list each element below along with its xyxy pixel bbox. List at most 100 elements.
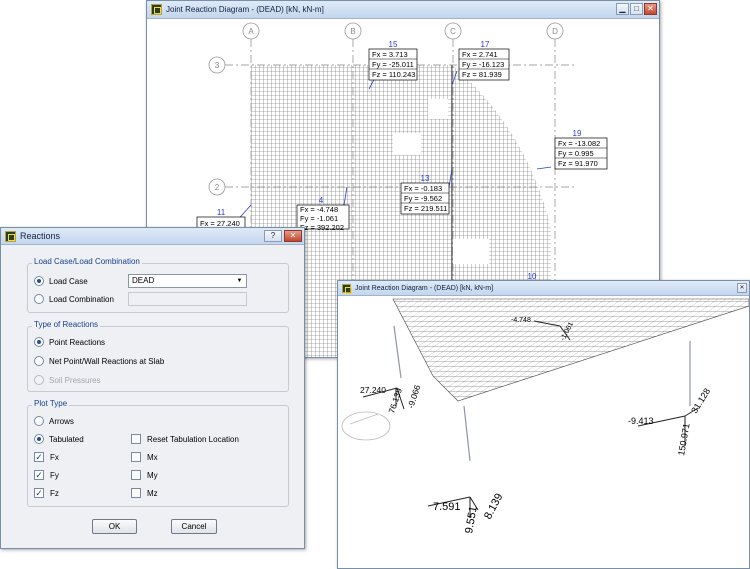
load-combination-select[interactable] — [128, 292, 247, 306]
fy-check[interactable]: ✓ — [34, 470, 44, 480]
joint-13-fx: Fx = -0.183 — [404, 184, 442, 193]
grid-label-d: D — [552, 27, 558, 36]
chevron-down-icon[interactable]: ▼ — [235, 277, 244, 285]
joint-19-tag[interactable]: Fx = -13.082 Fy = 0.995 Fz = 91.970 — [554, 137, 608, 170]
fz-label: Fz — [50, 488, 59, 498]
joint-4-fz: Fz = 392.202 — [300, 223, 344, 232]
grid-label-c: C — [450, 27, 456, 36]
dialog-title: Reactions — [20, 231, 61, 241]
minimize-button[interactable]: ▁ — [616, 3, 629, 15]
grid-label-a: A — [248, 27, 254, 36]
load-case-select[interactable]: DEAD ▼ — [128, 274, 247, 288]
mx-label: Mx — [147, 452, 158, 462]
3d-reaction-window[interactable]: Joint Reaction Diagram - (DEAD) [kN, kN-… — [337, 280, 750, 569]
tabulated-radio-indicator[interactable] — [34, 434, 44, 444]
my-label: My — [147, 470, 158, 480]
fx-label: Fx — [50, 452, 59, 462]
joint-13-fy: Fy = -9.562 — [404, 194, 442, 203]
3d-label-d2: 8.139 — [482, 491, 506, 521]
3d-window-title: Joint Reaction Diagram - (DEAD) [kN, kN-… — [355, 284, 494, 292]
joint-17-fz: Fz = 81.939 — [462, 70, 502, 79]
joint-17-tag[interactable]: Fx = 2.741 Fy = -16.123 Fz = 81.939 — [458, 48, 510, 81]
reaction-type-group-title: Type of Reactions — [32, 320, 101, 329]
joint-4-fy: Fy = -1.061 — [300, 214, 338, 223]
3d-drawing: 27.240 76.139 -9.066 -4.748 -1.061 -9.41… — [341, 298, 749, 535]
slab-opening — [453, 239, 489, 264]
slab-opening — [393, 133, 421, 155]
joint-15-fy: Fy = -25.011 — [372, 60, 414, 69]
3d-canvas[interactable]: 27.240 76.139 -9.066 -4.748 -1.061 -9.41… — [338, 296, 749, 568]
joint-11-id: 11 — [217, 208, 226, 217]
net-reactions-radio-indicator[interactable] — [34, 356, 44, 366]
joint-19-fx: Fx = -13.082 — [558, 139, 600, 148]
3d-label-c1: -9.413 — [628, 416, 654, 426]
joint-19-fy: Fy = 0.995 — [558, 149, 594, 158]
mx-check[interactable] — [131, 452, 141, 462]
reactions-dialog[interactable]: Reactions ? ✕ Load Case/Load Combination… — [0, 227, 305, 549]
grid-label-b: B — [350, 27, 355, 36]
app-icon — [342, 283, 352, 294]
fz-check[interactable]: ✓ — [34, 488, 44, 498]
load-case-value: DEAD — [132, 276, 155, 285]
tabulated-label: Tabulated — [49, 434, 84, 444]
joint-17-id: 17 — [481, 40, 490, 49]
joint-13-tag[interactable]: Fx = -0.183 Fy = -9.562 Fz = 219.511 — [400, 182, 450, 215]
reset-tabulation-label: Reset Tabulation Location — [147, 434, 239, 444]
joint-15-fx: Fx = 3.713 — [372, 50, 408, 59]
load-case-label: Load Case — [49, 276, 88, 286]
ok-button[interactable]: OK — [92, 519, 137, 534]
point-reactions-label: Point Reactions — [49, 337, 106, 347]
3d-label-d1: 7.591 — [433, 501, 461, 513]
my-checkbox[interactable]: My — [131, 470, 158, 480]
fy-checkbox[interactable]: ✓ Fy — [34, 470, 59, 480]
3d-label-c2: 150.971 — [676, 423, 691, 457]
3d-label-c3: 31.128 — [689, 386, 712, 415]
3d-label-a3: -9.066 — [405, 383, 422, 409]
slab-opening — [428, 99, 448, 119]
mx-checkbox[interactable]: Mx — [131, 452, 158, 462]
net-reactions-radio[interactable]: Net Point/Wall Reactions at Slab — [34, 356, 164, 366]
plot-type-group-title: Plot Type — [32, 399, 70, 408]
joint-19-fz: Fz = 91.970 — [558, 159, 598, 168]
joint-15-fz: Fz = 110.243 — [372, 70, 415, 79]
reset-tabulation-checkbox[interactable]: Reset Tabulation Location — [131, 434, 239, 444]
mz-label: Mz — [147, 488, 158, 498]
close-button[interactable]: ✕ — [284, 230, 302, 242]
point-reactions-radio-indicator[interactable] — [34, 337, 44, 347]
plan-window-title: Joint Reaction Diagram - (DEAD) [kN, kN-… — [166, 5, 324, 14]
net-reactions-label: Net Point/Wall Reactions at Slab — [49, 356, 165, 366]
fx-check[interactable]: ✓ — [34, 452, 44, 462]
load-case-radio-indicator[interactable] — [34, 276, 44, 286]
load-case-radio[interactable]: Load Case — [34, 276, 88, 286]
fz-checkbox[interactable]: ✓ Fz — [34, 488, 59, 498]
plan-titlebar[interactable]: Joint Reaction Diagram - (DEAD) [kN, kN-… — [147, 1, 659, 19]
fx-checkbox[interactable]: ✓ Fx — [34, 452, 59, 462]
cancel-button[interactable]: Cancel — [171, 519, 217, 534]
point-reactions-radio[interactable]: Point Reactions — [34, 337, 105, 347]
soil-pressures-radio[interactable]: Soil Pressures — [34, 375, 101, 385]
fy-label: Fy — [50, 470, 59, 480]
3d-titlebar[interactable]: Joint Reaction Diagram - (DEAD) [kN, kN-… — [338, 281, 749, 296]
arrows-radio-indicator[interactable] — [34, 416, 44, 426]
my-check[interactable] — [131, 470, 141, 480]
close-button[interactable]: ✕ — [644, 3, 657, 15]
joint-19-id: 19 — [573, 129, 582, 138]
close-button[interactable]: ✕ — [737, 283, 747, 293]
help-button[interactable]: ? — [264, 230, 282, 242]
arrows-label: Arrows — [49, 416, 74, 426]
arrows-radio[interactable]: Arrows — [34, 416, 74, 426]
3d-label-b1: -4.748 — [511, 317, 531, 324]
tabulated-radio[interactable]: Tabulated — [34, 434, 84, 444]
dialog-titlebar[interactable]: Reactions ? ✕ — [1, 228, 304, 245]
load-combination-label: Load Combination — [49, 294, 114, 304]
load-combination-radio[interactable]: Load Combination — [34, 294, 114, 304]
joint-15-tag[interactable]: Fx = 3.713 Fy = -25.011 Fz = 110.243 — [368, 48, 418, 81]
soil-pressures-radio-indicator[interactable] — [34, 375, 44, 385]
maximize-button[interactable]: □ — [630, 3, 643, 15]
mz-checkbox[interactable]: Mz — [131, 488, 158, 498]
load-combination-radio-indicator[interactable] — [34, 294, 44, 304]
soil-pressures-label: Soil Pressures — [49, 375, 101, 385]
app-icon — [151, 4, 162, 15]
reset-tabulation-check[interactable] — [131, 434, 141, 444]
mz-check[interactable] — [131, 488, 141, 498]
